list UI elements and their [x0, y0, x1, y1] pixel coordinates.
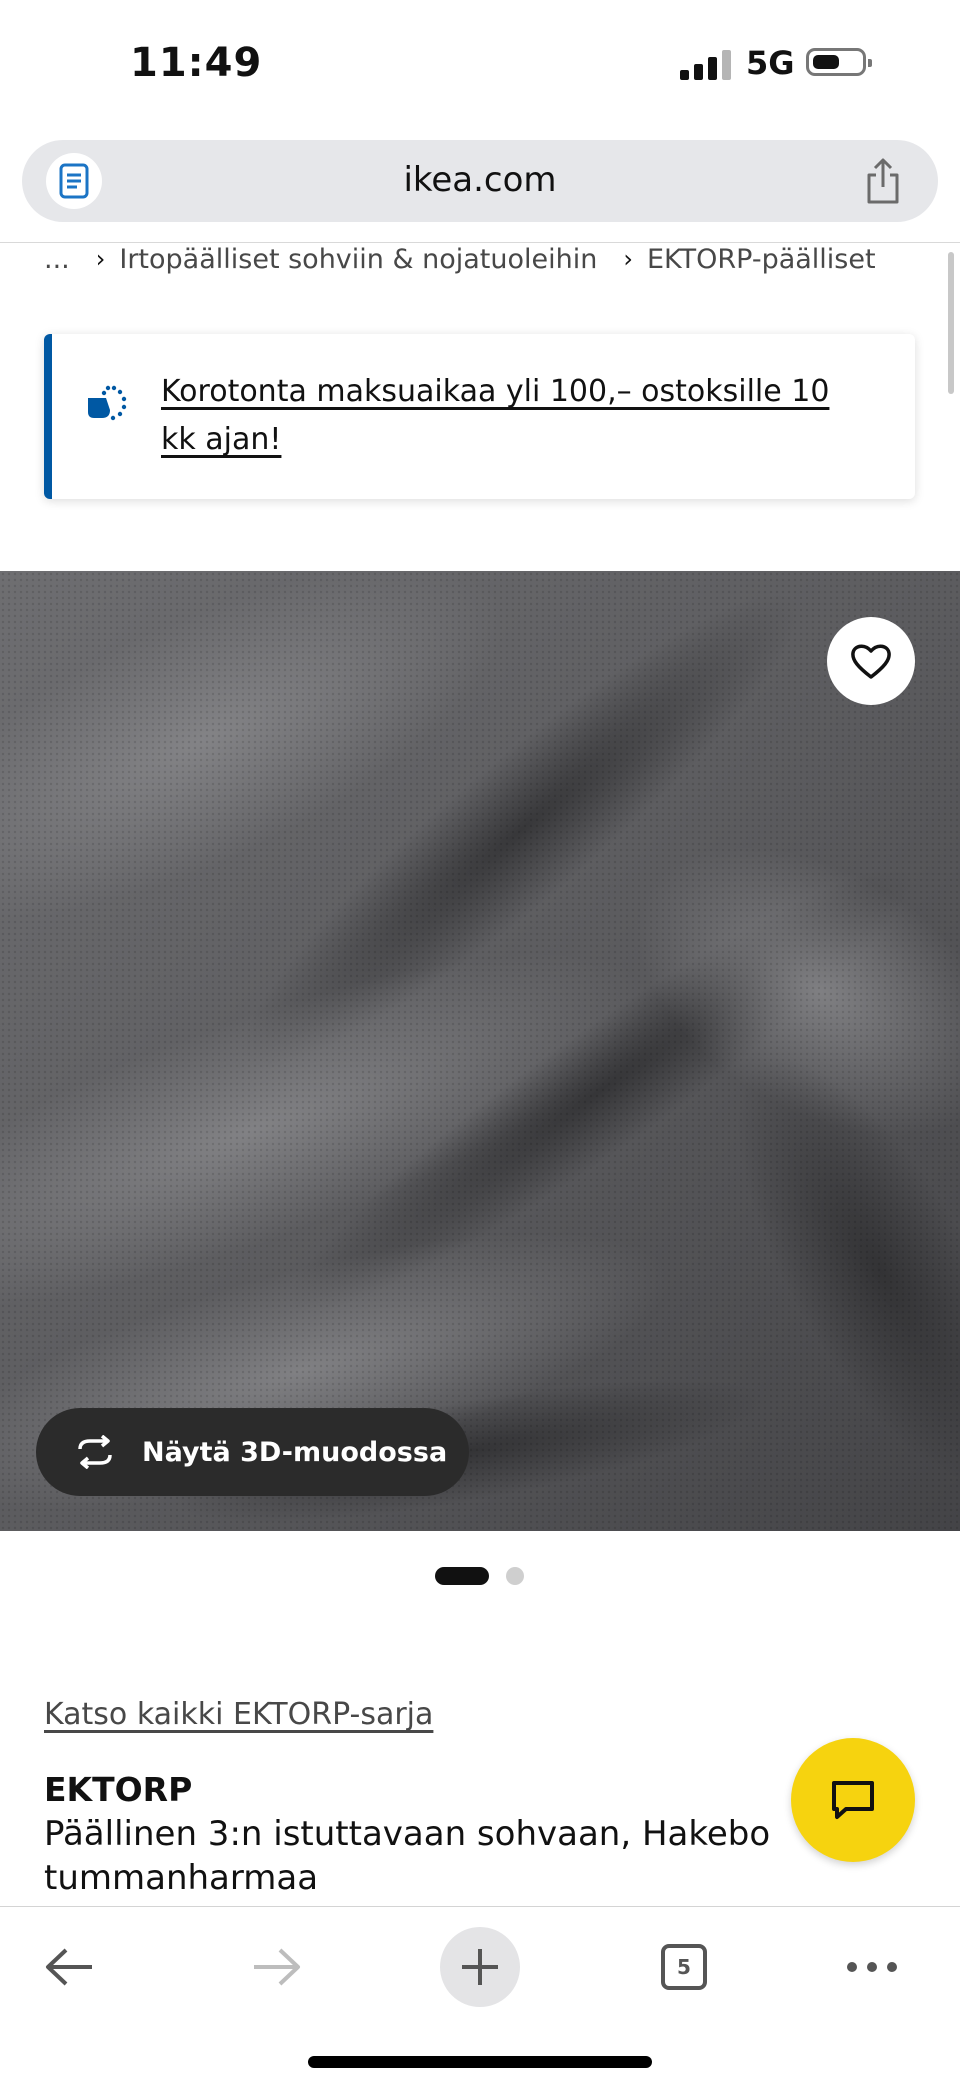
back-arrow-icon — [46, 1948, 92, 1986]
new-tab-button[interactable] — [440, 1927, 520, 2007]
more-button[interactable] — [832, 1927, 912, 2007]
carousel-dot-active[interactable] — [435, 1567, 489, 1585]
heart-icon — [851, 644, 891, 679]
breadcrumb: ... › Irtopäälliset sohviin & nojatuolei… — [44, 244, 876, 275]
view-3d-label: Näytä 3D-muodossa — [142, 1436, 448, 1468]
view-3d-button[interactable]: Näytä 3D-muodossa — [36, 1408, 469, 1496]
chevron-right-icon: › — [95, 245, 106, 273]
reader-icon — [59, 163, 89, 199]
address-bar[interactable]: ikea.com — [22, 140, 938, 222]
chat-button[interactable] — [791, 1738, 915, 1862]
forward-button[interactable] — [236, 1927, 316, 2007]
product-image[interactable] — [0, 571, 960, 1531]
breadcrumb-ellipsis[interactable]: ... — [44, 244, 70, 275]
home-indicator — [308, 2056, 652, 2068]
forward-arrow-icon — [254, 1948, 300, 1986]
range-link[interactable]: Katso kaikki EKTORP-sarja — [44, 1697, 433, 1732]
carousel-dot[interactable] — [506, 1567, 524, 1585]
chat-icon — [832, 1781, 874, 1819]
promo-banner[interactable]: Korotonta maksuaikaa yli 100,– ostoksill… — [44, 334, 915, 499]
signal-icon — [680, 48, 731, 80]
browser-toolbar: 5 — [0, 1906, 960, 2082]
plus-icon — [462, 1949, 498, 1985]
share-icon — [867, 158, 899, 204]
favorite-button[interactable] — [827, 617, 915, 705]
fabric-image — [0, 571, 960, 1531]
share-button[interactable] — [858, 154, 908, 208]
battery-icon — [806, 48, 872, 76]
promo-accent-bar — [44, 334, 52, 499]
payment-time-icon — [88, 385, 127, 421]
tab-count: 5 — [661, 1944, 707, 1990]
promo-text[interactable]: Korotonta maksuaikaa yli 100,– ostoksill… — [161, 368, 861, 464]
product-name: EKTORP — [44, 1770, 193, 1809]
scroll-indicator — [948, 252, 954, 394]
network-label: 5G — [746, 44, 795, 82]
breadcrumb-item-covers[interactable]: Irtopäälliset sohviin & nojatuoleihin — [119, 244, 597, 275]
rotate-3d-icon — [78, 1435, 112, 1469]
more-icon — [847, 1962, 897, 1972]
back-button[interactable] — [30, 1927, 110, 2007]
tabs-button[interactable]: 5 — [644, 1927, 724, 2007]
chevron-right-icon: › — [623, 245, 633, 273]
reader-button[interactable] — [46, 153, 102, 209]
breadcrumb-item-ektorp[interactable]: EKTORP-päälliset — [647, 244, 876, 275]
product-description: Päällinen 3:n istuttavaan sohvaan, Hakeb… — [44, 1814, 771, 1898]
status-time: 11:49 — [130, 40, 263, 86]
url-text[interactable]: ikea.com — [22, 160, 938, 200]
